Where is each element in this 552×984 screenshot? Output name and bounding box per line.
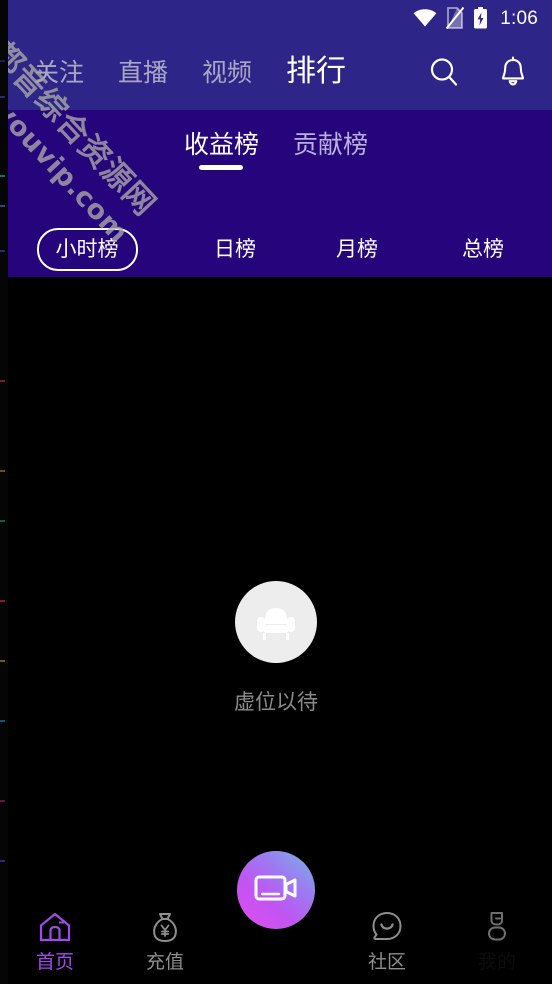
- top-nav-tabs: 关注 直播 视频 排行: [0, 57, 428, 87]
- person-icon: [480, 910, 514, 944]
- bell-icon[interactable]: [498, 56, 528, 88]
- period-hourly[interactable]: 小时榜: [0, 227, 174, 271]
- period-monthly[interactable]: 月榜: [296, 230, 418, 269]
- search-icon[interactable]: [428, 56, 460, 88]
- home-icon: [38, 910, 72, 944]
- bottom-nav-item-broadcast[interactable]: [220, 851, 332, 929]
- video-camera-icon: [253, 871, 299, 910]
- tab-live[interactable]: 直播: [118, 61, 168, 86]
- wifi-icon: [413, 9, 437, 27]
- bottom-nav-item-recharge[interactable]: 充值: [110, 894, 220, 972]
- board-tab-contribution[interactable]: 贡献榜: [289, 130, 372, 172]
- battery-charging-icon: [473, 7, 488, 29]
- community-smiley-icon: [370, 910, 404, 944]
- capture-edge-artifact: [0, 0, 8, 984]
- bottom-nav-item-community[interactable]: 社区: [332, 894, 442, 972]
- bottom-nav-item-profile[interactable]: 我的: [442, 894, 552, 972]
- bottom-nav-item-home[interactable]: 首页: [0, 894, 110, 972]
- period-daily-label: 日榜: [214, 237, 256, 261]
- period-hourly-label: 小时榜: [36, 227, 138, 271]
- bottom-nav-label-home: 首页: [35, 952, 74, 973]
- board-tab-income[interactable]: 收益榜: [180, 130, 263, 172]
- top-nav: 关注 直播 视频 排行: [0, 44, 552, 100]
- app-screen: 1:06 关注 直播 视频 排行 收益榜 贡献榜 小时榜 日榜 月榜 总榜 虚位…: [0, 0, 552, 984]
- status-bar: 1:06: [0, 0, 552, 36]
- bottom-nav-label-community: 社区: [367, 952, 406, 973]
- sim-off-icon: [445, 6, 465, 30]
- period-total[interactable]: 总榜: [418, 230, 548, 269]
- money-bag-icon: [148, 910, 182, 944]
- period-daily[interactable]: 日榜: [174, 230, 296, 269]
- top-nav-actions: [428, 56, 552, 88]
- empty-state-text: 虚位以待: [234, 691, 318, 714]
- bottom-nav-label-recharge: 充值: [145, 952, 184, 973]
- video-camera-fab[interactable]: [237, 851, 315, 929]
- bottom-nav-label-profile: 我的: [477, 952, 516, 973]
- bottom-nav: 首页 充值 社区 我的: [0, 851, 552, 984]
- period-monthly-label: 月榜: [336, 237, 378, 261]
- empty-state: 虚位以待: [0, 581, 552, 713]
- status-time: 1:06: [500, 7, 538, 29]
- tab-video[interactable]: 视频: [202, 61, 252, 86]
- board-tabs: 收益榜 贡献榜: [0, 130, 552, 172]
- ranking-content: 虚位以待: [0, 277, 552, 894]
- tab-ranking[interactable]: 排行: [286, 57, 346, 87]
- armchair-icon: [235, 581, 317, 663]
- period-total-label: 总榜: [462, 237, 504, 261]
- period-filters: 小时榜 日榜 月榜 总榜: [0, 227, 552, 271]
- tab-follow[interactable]: 关注: [34, 61, 84, 86]
